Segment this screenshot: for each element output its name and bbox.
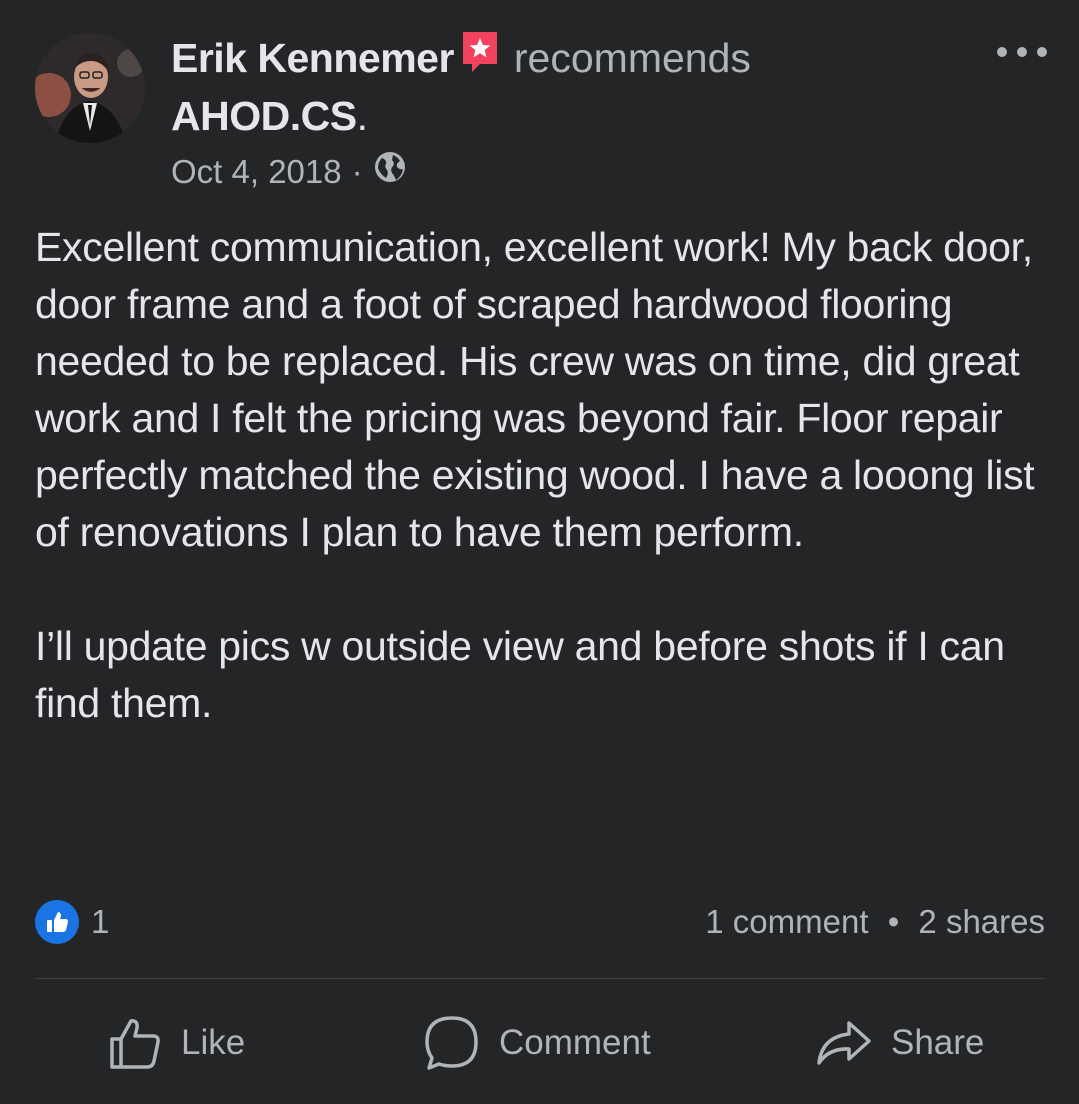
more-dot bbox=[1037, 47, 1047, 57]
share-arrow-icon bbox=[817, 1021, 871, 1065]
author-avatar[interactable] bbox=[35, 33, 145, 143]
share-label: Share bbox=[891, 1023, 985, 1062]
comment-label: Comment bbox=[499, 1023, 651, 1062]
like-button[interactable]: Like bbox=[107, 1010, 245, 1076]
facebook-post: Erik Kennemer recommends AHOD.CS. Oct 4, … bbox=[0, 0, 1079, 1104]
post-date[interactable]: Oct 4, 2018 bbox=[171, 151, 342, 193]
share-count[interactable]: 2 shares bbox=[918, 903, 1045, 940]
recommends-text: recommends bbox=[513, 35, 751, 81]
comment-count[interactable]: 1 comment bbox=[705, 903, 868, 940]
post-meta: Oct 4, 2018 · bbox=[171, 150, 407, 194]
post-paragraph: Excellent communication, excellent work!… bbox=[35, 224, 1035, 555]
stats-separator: • bbox=[887, 903, 900, 940]
reaction-summary[interactable]: 1 bbox=[35, 900, 109, 944]
globe-icon[interactable] bbox=[373, 150, 407, 194]
engagement-stats: 1 comment • 2 shares bbox=[705, 900, 1045, 944]
sentence-period: . bbox=[356, 93, 368, 139]
comment-bubble-icon bbox=[425, 1016, 478, 1070]
post-paragraph: I’ll update pics w outside view and befo… bbox=[35, 623, 1005, 726]
share-button[interactable]: Share bbox=[815, 1010, 984, 1076]
recommended-page-name[interactable]: AHOD.CS bbox=[171, 93, 357, 139]
like-label: Like bbox=[181, 1023, 246, 1062]
like-count: 1 bbox=[91, 903, 110, 940]
title-line: Erik Kennemer recommends bbox=[171, 30, 991, 88]
divider bbox=[35, 978, 1045, 979]
more-dot bbox=[997, 47, 1007, 57]
meta-separator: · bbox=[351, 153, 363, 190]
author-name[interactable]: Erik Kennemer bbox=[171, 35, 454, 81]
more-options-icon[interactable] bbox=[997, 40, 1047, 64]
thumbs-up-icon bbox=[110, 1019, 160, 1069]
page-line: AHOD.CS. bbox=[171, 88, 991, 144]
more-dot bbox=[1017, 47, 1027, 57]
post-header: Erik Kennemer recommends AHOD.CS. bbox=[171, 30, 991, 144]
action-bar: Like Comment Share bbox=[0, 1010, 1079, 1076]
avatar-image bbox=[35, 33, 145, 143]
post-body: Excellent communication, excellent work!… bbox=[35, 219, 1050, 732]
like-reaction-icon bbox=[35, 900, 79, 944]
comment-button[interactable]: Comment bbox=[423, 1010, 651, 1076]
recommend-star-icon bbox=[460, 30, 500, 88]
